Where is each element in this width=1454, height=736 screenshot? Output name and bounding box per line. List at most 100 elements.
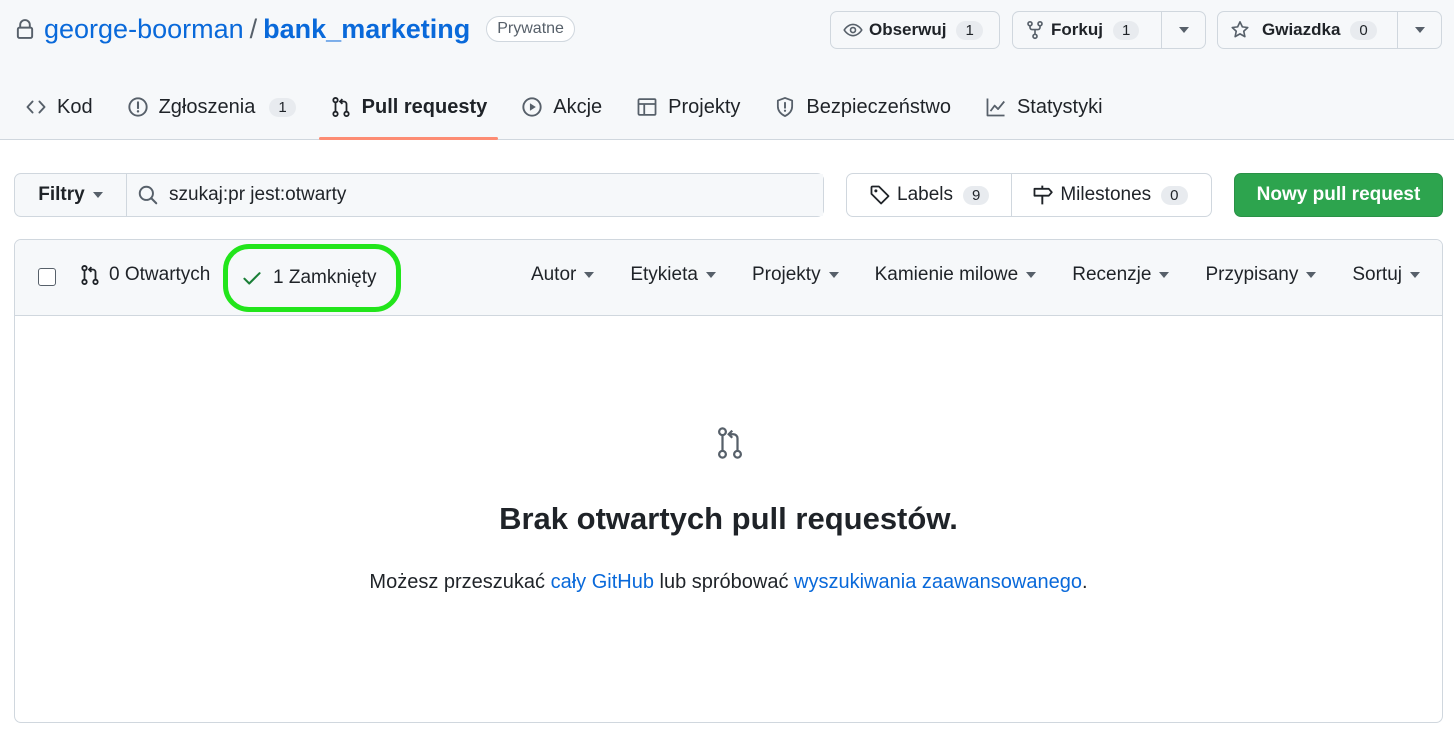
pull-request-list: 0 Otwartych 1 Zamknięty Autor Etykieta P…: [14, 239, 1443, 723]
watch-count: 1: [956, 20, 983, 40]
tab-label: Akcje: [553, 95, 603, 118]
tab-pull-requests[interactable]: Pull requesty: [318, 80, 499, 140]
closed-prs-label: 1 Zamknięty: [273, 267, 377, 288]
milestones-button[interactable]: Milestones 0: [1011, 174, 1209, 216]
star-dropdown-button[interactable]: [1397, 12, 1441, 48]
open-prs-link[interactable]: 0 Otwartych: [79, 264, 210, 286]
tab-code[interactable]: Kod: [14, 80, 104, 134]
filter-label: Recenzje: [1072, 264, 1152, 285]
star-count: 0: [1350, 20, 1377, 40]
fork-count: 1: [1112, 20, 1140, 40]
empty-text-part: Możesz przeszukać: [369, 571, 551, 593]
closed-prs-link[interactable]: 1 Zamknięty: [223, 244, 401, 312]
labels-milestones-group: Labels 9 Milestones 0: [846, 173, 1212, 217]
caret-down-icon: [705, 272, 716, 278]
visibility-badge: Prywatne: [486, 16, 575, 42]
caret-down-icon: [92, 192, 103, 198]
repo-title: george-boorman / bank_marketing Prywatne: [14, 10, 575, 48]
check-icon: [243, 272, 261, 285]
reviews-filter[interactable]: Recenzje: [1072, 264, 1170, 286]
tab-issues[interactable]: Zgłoszenia 1: [116, 80, 307, 134]
tab-security[interactable]: Bezpieczeństwo: [763, 80, 962, 134]
projects-filter[interactable]: Projekty: [752, 264, 839, 286]
filter-search-bar: Filtry: [14, 173, 824, 217]
empty-text-part: lub spróbować: [653, 571, 795, 593]
search-input[interactable]: [169, 184, 769, 206]
search-field: [127, 174, 823, 216]
milestone-icon: [1033, 185, 1054, 205]
fork-button[interactable]: Forkuj 1: [1013, 12, 1161, 48]
fork-dropdown-button[interactable]: [1161, 12, 1205, 48]
filter-label: Projekty: [751, 264, 821, 285]
advanced-search-link[interactable]: wyszukiwania zaawansowanego: [794, 571, 1082, 593]
open-prs-label: 0 Otwartych: [109, 264, 211, 285]
eye-icon: [843, 23, 863, 37]
fork-icon: [1027, 20, 1043, 40]
list-filters: Autor Etykieta Projekty Kamienie milowe …: [531, 264, 1420, 286]
code-icon: [26, 100, 46, 114]
milestones-count: 0: [1161, 185, 1188, 205]
empty-state-text: Możesz przeszukać cały GitHub lub spróbo…: [15, 571, 1442, 594]
star-button-group: Gwiazdka 0: [1217, 11, 1442, 49]
table-icon: [637, 98, 657, 116]
caret-down-icon: [1306, 272, 1317, 278]
new-pull-request-button[interactable]: Nowy pull request: [1234, 173, 1443, 217]
tab-insights[interactable]: Statystyki: [974, 80, 1114, 134]
empty-text-part: .: [1082, 571, 1088, 593]
tab-label: Bezpieczeństwo: [806, 95, 951, 118]
tab-label: Statystyki: [1016, 95, 1103, 118]
tab-label: Projekty: [668, 95, 741, 118]
filter-label: Kamienie milowe: [874, 264, 1019, 285]
repo-owner-link[interactable]: george-boorman: [44, 14, 244, 45]
filter-label: Sortuj: [1352, 264, 1402, 285]
repo-tabs: Kod Zgłoszenia 1 Pull requesty Akcje Pro…: [14, 80, 1126, 140]
milestones-filter[interactable]: Kamienie milowe: [875, 264, 1037, 286]
list-header: 0 Otwartych 1 Zamknięty Autor Etykieta P…: [15, 240, 1442, 316]
filters-label: Filtry: [38, 184, 85, 205]
tab-label: Pull requesty: [361, 95, 488, 118]
caret-down-icon: [1410, 272, 1420, 278]
fork-label: Forkuj: [1051, 20, 1103, 39]
shield-icon: [777, 97, 794, 117]
star-button[interactable]: Gwiazdka 0: [1218, 12, 1397, 48]
repo-header: george-boorman / bank_marketing Prywatne…: [0, 0, 1454, 140]
sort-filter[interactable]: Sortuj: [1352, 264, 1420, 286]
pull-request-icon: [332, 97, 350, 117]
tab-projects[interactable]: Projekty: [625, 80, 751, 134]
pull-request-icon: [718, 427, 742, 459]
search-all-github-link[interactable]: cały GitHub: [551, 571, 654, 593]
graph-icon: [986, 98, 1005, 117]
empty-state-title: Brak otwartych pull requestów.: [499, 501, 958, 536]
filter-label: Etykieta: [630, 264, 698, 285]
select-all-checkbox[interactable]: [38, 268, 56, 286]
pull-request-icon: [81, 265, 99, 285]
caret-down-icon: [1178, 27, 1189, 33]
tab-label: Zgłoszenia: [158, 95, 256, 118]
assignee-filter[interactable]: Przypisany: [1205, 264, 1317, 286]
milestones-label: Milestones: [1060, 184, 1152, 205]
watch-button[interactable]: Obserwuj 1: [830, 11, 1000, 49]
star-label: Gwiazdka: [1262, 20, 1341, 39]
search-icon: [138, 185, 158, 205]
play-icon: [522, 97, 542, 117]
watch-label: Obserwuj: [869, 20, 947, 39]
filter-label: Autor: [530, 264, 577, 285]
issues-count: 1: [269, 97, 296, 117]
fork-button-group: Forkuj 1: [1012, 11, 1206, 49]
tab-label: Kod: [57, 95, 93, 118]
repo-name-link[interactable]: bank_marketing: [263, 14, 470, 45]
issue-icon: [127, 97, 148, 117]
caret-down-icon: [828, 272, 839, 278]
repo-separator: /: [249, 13, 258, 44]
label-filter[interactable]: Etykieta: [630, 264, 716, 286]
filters-dropdown-button[interactable]: Filtry: [15, 174, 127, 216]
star-icon: [1231, 21, 1249, 38]
author-filter[interactable]: Autor: [530, 264, 595, 286]
caret-down-icon: [1026, 272, 1037, 278]
caret-down-icon: [1159, 272, 1170, 278]
caret-down-icon: [584, 272, 595, 278]
labels-label: Labels: [897, 184, 953, 205]
caret-down-icon: [1414, 27, 1425, 33]
tab-actions[interactable]: Akcje: [510, 80, 613, 134]
labels-button[interactable]: Labels 9: [847, 174, 1011, 216]
